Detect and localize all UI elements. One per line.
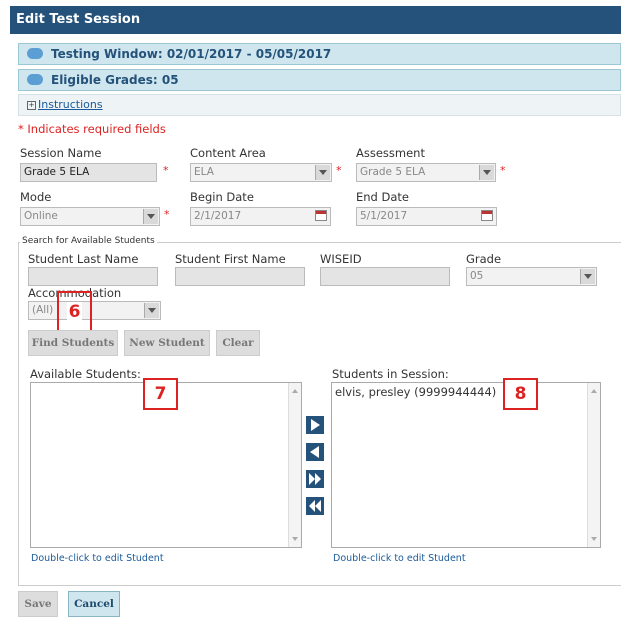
save-button[interactable]: Save <box>18 591 58 617</box>
content-area-value: ELA <box>194 166 214 178</box>
scroll-down-icon[interactable] <box>591 537 597 541</box>
end-date-value: 5/1/2017 <box>360 210 408 222</box>
scroll-up-icon[interactable] <box>292 389 298 393</box>
end-date-input[interactable]: 5/1/2017 <box>356 207 497 226</box>
chevron-down-icon[interactable] <box>479 165 494 180</box>
mode-select[interactable]: Online <box>20 207 160 226</box>
students-in-session-label: Students in Session: <box>332 367 449 381</box>
assessment-label: Assessment <box>356 146 425 160</box>
expand-icon[interactable]: + <box>27 100 36 110</box>
mode-value: Online <box>24 210 58 222</box>
session-name-input[interactable]: Grade 5 ELA <box>20 163 157 182</box>
clear-button[interactable]: Clear <box>216 330 260 356</box>
accommodation-select[interactable]: (All) <box>28 301 161 320</box>
last-name-input[interactable] <box>28 267 158 286</box>
search-legend: Search for Available Students <box>20 236 157 246</box>
instructions-link[interactable]: Instructions <box>38 98 103 111</box>
callout-marker-7: 7 <box>143 378 178 410</box>
wiseid-input[interactable] <box>320 267 450 286</box>
begin-date-value: 2/1/2017 <box>194 210 242 222</box>
chevron-down-icon[interactable] <box>315 165 330 180</box>
students-in-session-list[interactable]: elvis, presley (9999944444) <box>331 382 601 548</box>
last-name-label: Student Last Name <box>28 252 139 266</box>
callout-marker-8: 8 <box>503 378 538 410</box>
assessment-select[interactable]: Grade 5 ELA <box>356 163 496 182</box>
list-item[interactable]: elvis, presley (9999944444) <box>335 385 597 399</box>
required-fields-note: * Indicates required fields <box>18 122 166 136</box>
dialog-title: Edit Test Session <box>10 6 621 34</box>
callout-marker-6: 6 <box>57 291 92 333</box>
eligible-grades-panel[interactable]: Eligible Grades: 05 <box>18 69 621 91</box>
accommodation-value: (All) <box>32 304 54 316</box>
move-right-button[interactable] <box>306 416 324 434</box>
cancel-button[interactable]: Cancel <box>68 591 120 617</box>
session-name-label: Session Name <box>20 146 102 160</box>
move-all-right-button[interactable] <box>306 470 324 488</box>
required-star: * <box>164 208 170 221</box>
eligible-grades-text: Eligible Grades: 05 <box>51 73 179 87</box>
scrollbar[interactable] <box>587 383 600 547</box>
new-student-button[interactable]: New Student <box>124 330 210 356</box>
content-area-label: Content Area <box>190 146 266 160</box>
scroll-up-icon[interactable] <box>591 389 597 393</box>
available-students-label: Available Students: <box>30 367 141 381</box>
grade-label: Grade <box>466 252 502 266</box>
chevron-down-icon[interactable] <box>144 303 159 318</box>
testing-window-panel[interactable]: Testing Window: 02/01/2017 - 05/05/2017 <box>18 43 621 65</box>
calendar-icon[interactable] <box>315 210 327 221</box>
first-name-input[interactable] <box>175 267 305 286</box>
required-star: * <box>336 164 342 177</box>
move-left-button[interactable] <box>306 443 324 461</box>
first-name-label: Student First Name <box>175 252 286 266</box>
grade-value: 05 <box>470 270 484 282</box>
edit-hint-available: Double-click to edit Student <box>31 553 164 564</box>
wiseid-label: WISEID <box>320 252 362 266</box>
testing-window-text: Testing Window: 02/01/2017 - 05/05/2017 <box>51 47 332 61</box>
speech-bubble-icon <box>27 74 43 85</box>
mode-label: Mode <box>20 190 52 204</box>
speech-bubble-icon <box>27 48 43 59</box>
required-star: * <box>500 164 506 177</box>
callout-marker-6-text: 6 <box>66 302 83 322</box>
double-arrow-right-icon-part <box>315 473 321 485</box>
edit-hint-session: Double-click to edit Student <box>333 553 466 564</box>
end-date-label: End Date <box>356 190 409 204</box>
double-arrow-left-icon-part <box>315 500 321 512</box>
begin-date-label: Begin Date <box>190 190 254 204</box>
grade-select[interactable]: 05 <box>466 267 597 286</box>
arrow-right-icon <box>311 419 320 431</box>
find-students-button[interactable]: Find Students <box>28 330 118 356</box>
assessment-value: Grade 5 ELA <box>360 166 426 178</box>
move-all-left-button[interactable] <box>306 497 324 515</box>
scroll-down-icon[interactable] <box>292 537 298 541</box>
chevron-down-icon[interactable] <box>580 269 595 284</box>
begin-date-input[interactable]: 2/1/2017 <box>190 207 331 226</box>
instructions-row: + Instructions <box>18 94 621 116</box>
required-star: * <box>163 164 169 177</box>
arrow-left-icon <box>310 446 319 458</box>
content-area-select[interactable]: ELA <box>190 163 332 182</box>
calendar-icon[interactable] <box>481 210 493 221</box>
chevron-down-icon[interactable] <box>143 209 158 224</box>
scrollbar[interactable] <box>288 383 301 547</box>
